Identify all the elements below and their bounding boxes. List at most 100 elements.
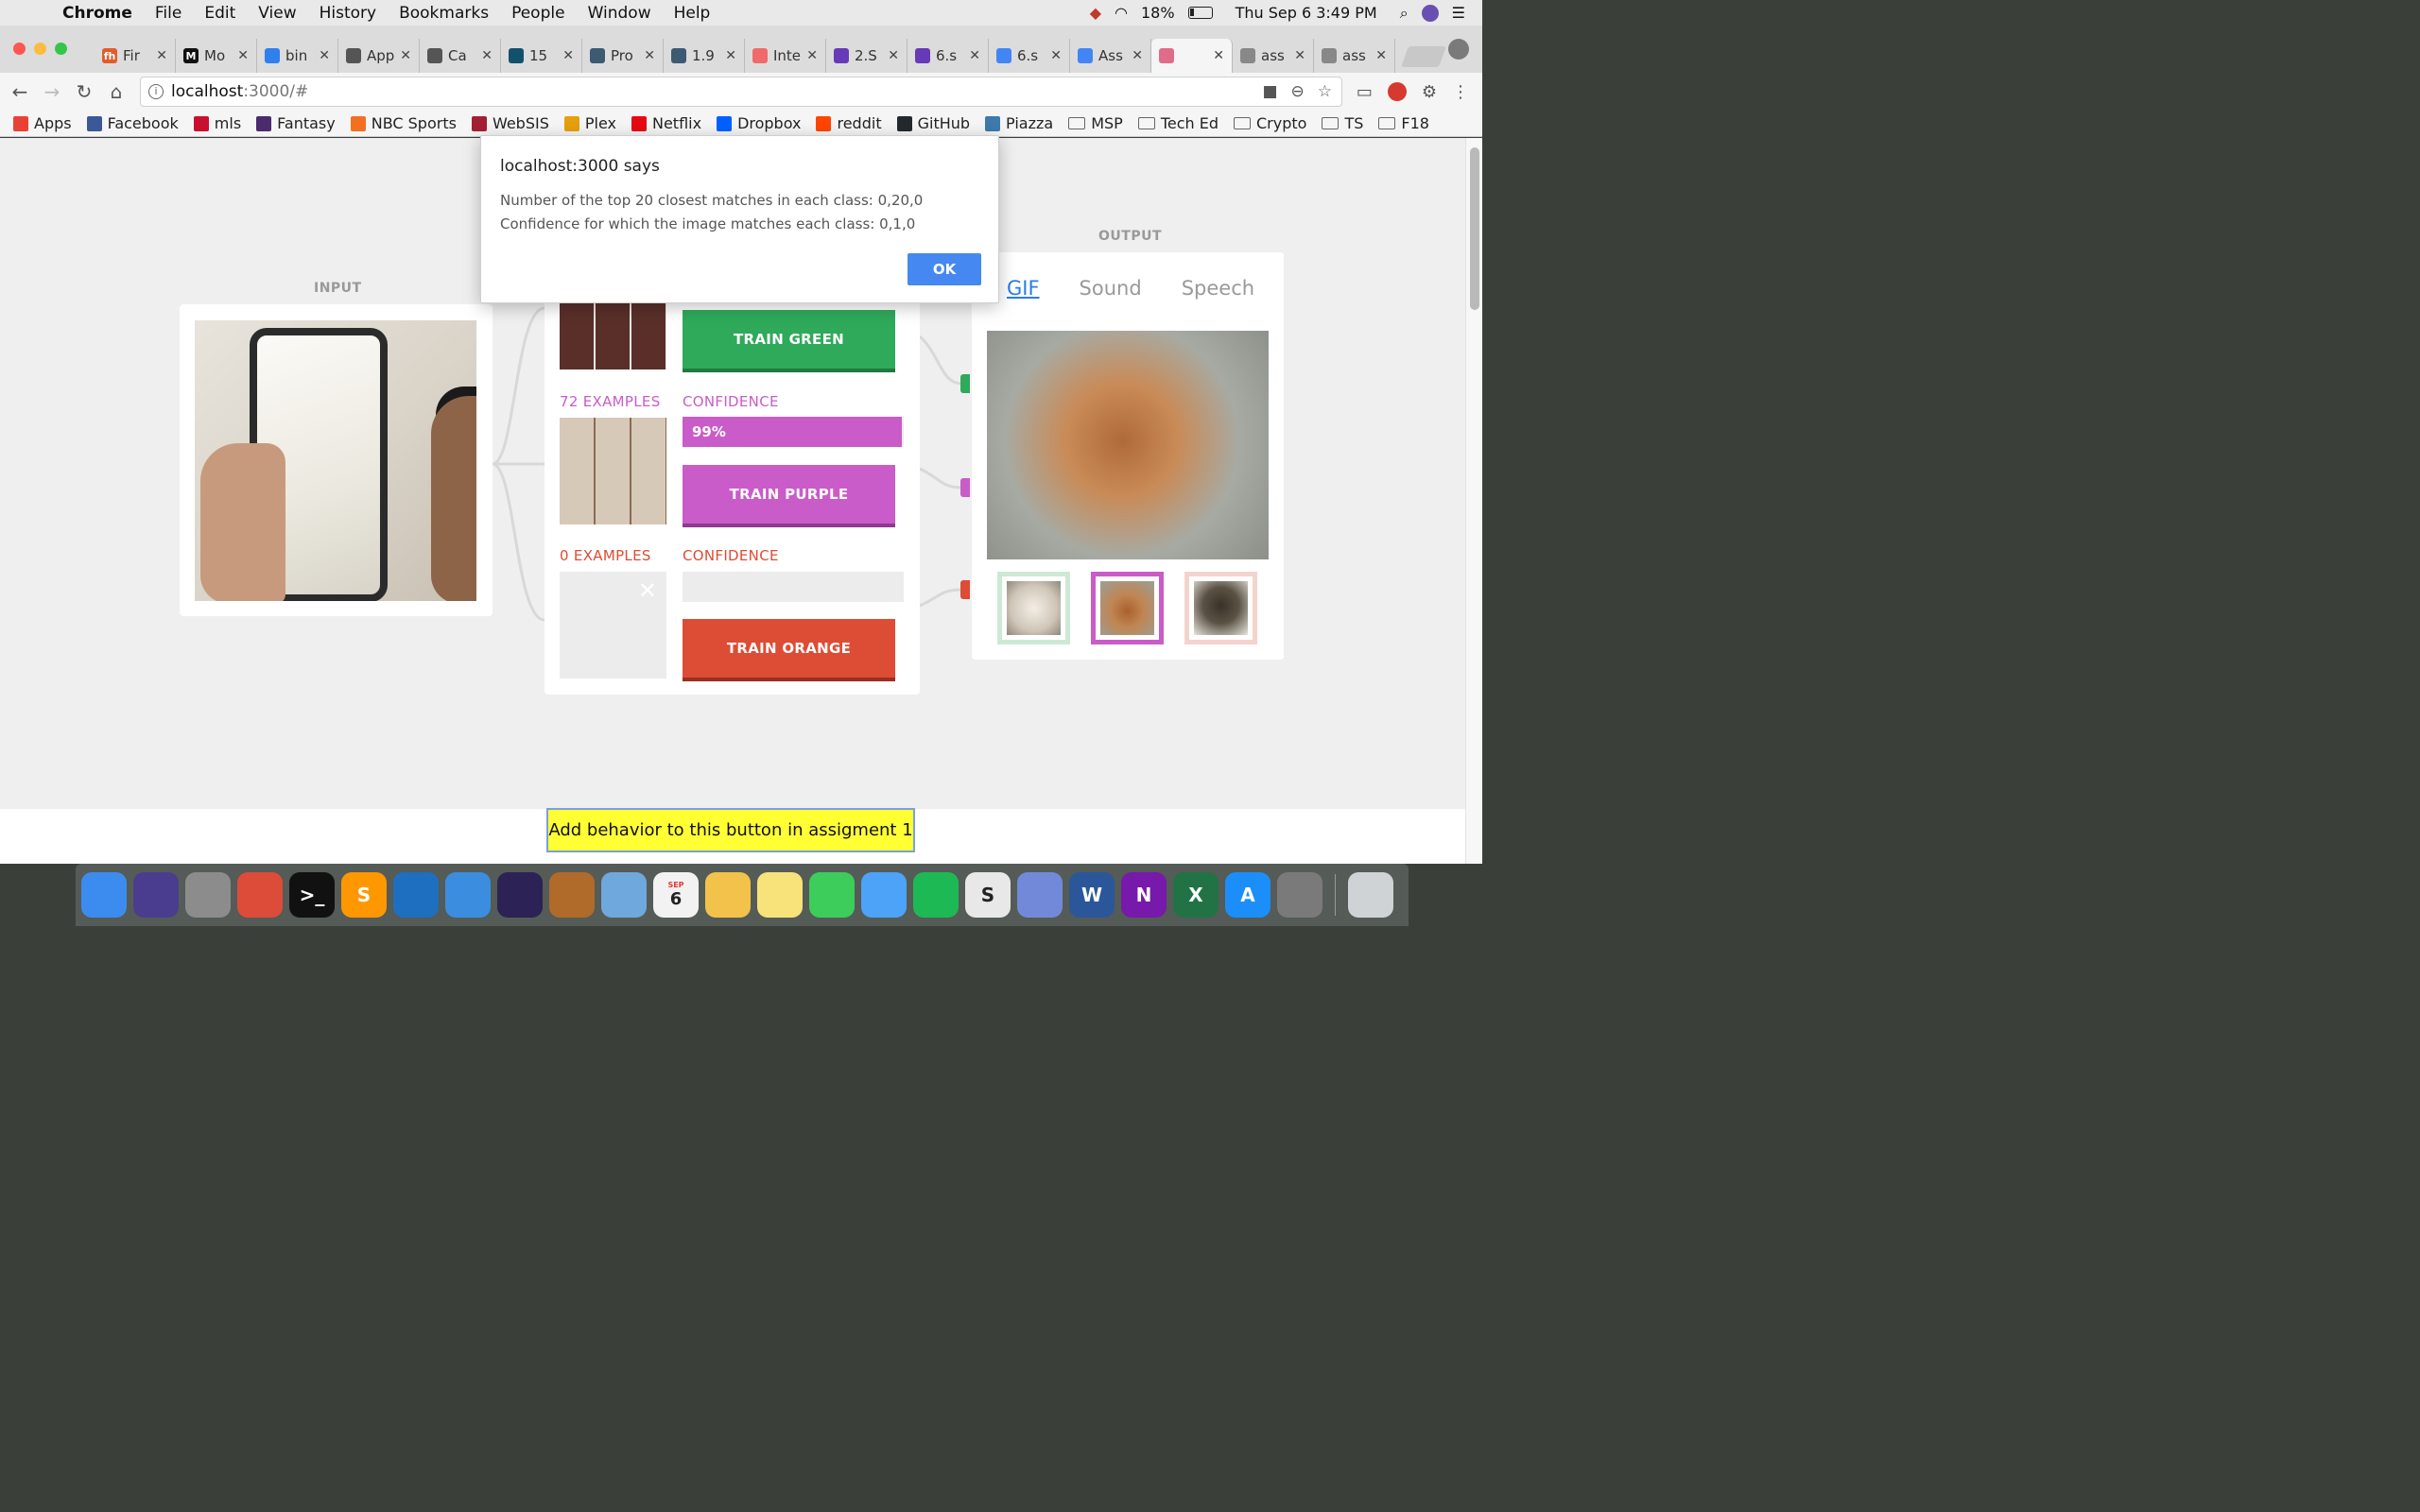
- notes-icon[interactable]: [757, 872, 803, 918]
- tab-gif[interactable]: GIF: [1007, 277, 1040, 300]
- tab-close-icon[interactable]: ✕: [1294, 48, 1305, 63]
- trash-icon[interactable]: [1348, 872, 1393, 918]
- close-window-button[interactable]: [13, 43, 26, 55]
- camera-icon[interactable]: ■: [1262, 82, 1277, 101]
- bookmark-item[interactable]: Facebook: [86, 114, 179, 132]
- siri-icon[interactable]: [133, 872, 179, 918]
- cast-icon[interactable]: ▭: [1357, 82, 1373, 102]
- mail-icon[interactable]: [601, 872, 647, 918]
- bookmark-item[interactable]: Apps: [13, 114, 72, 132]
- slack-icon[interactable]: S: [965, 872, 1011, 918]
- tab-close-icon[interactable]: ✕: [888, 48, 899, 63]
- menu-edit[interactable]: Edit: [204, 4, 235, 23]
- browser-tab[interactable]: bin ✕: [257, 39, 338, 73]
- browser-tab[interactable]: 15 ✕: [501, 39, 582, 73]
- onenote-icon[interactable]: N: [1121, 872, 1167, 918]
- page-scrollbar[interactable]: [1465, 138, 1482, 864]
- battery-icon[interactable]: [1187, 7, 1213, 19]
- appstore-icon[interactable]: A: [1225, 872, 1270, 918]
- menu-people[interactable]: People: [511, 4, 564, 23]
- facetime-icon[interactable]: [809, 872, 855, 918]
- xcode-icon[interactable]: [445, 872, 491, 918]
- minimize-window-button[interactable]: [34, 43, 46, 55]
- bookmark-item[interactable]: Dropbox: [717, 114, 801, 132]
- chrome-menu-icon[interactable]: ⋮: [1452, 82, 1469, 102]
- tab-close-icon[interactable]: ✕: [969, 48, 980, 63]
- browser-tab[interactable]: ✕: [1151, 39, 1233, 73]
- sublime-icon[interactable]: S: [341, 872, 387, 918]
- browser-tab[interactable]: fh Fir ✕: [95, 39, 176, 73]
- animal-app-icon[interactable]: [549, 872, 595, 918]
- bookmark-item[interactable]: Plex: [563, 114, 616, 132]
- wifi-icon[interactable]: ◠: [1115, 4, 1128, 22]
- tab-speech[interactable]: Speech: [1182, 277, 1254, 300]
- tab-close-icon[interactable]: ✕: [481, 48, 493, 63]
- extension-icon[interactable]: ⚙: [1422, 82, 1437, 102]
- bookmark-item[interactable]: mls: [193, 114, 241, 132]
- excel-icon[interactable]: X: [1173, 872, 1219, 918]
- reload-icon[interactable]: ↻: [68, 80, 100, 103]
- clock[interactable]: Thu Sep 6 3:49 PM: [1236, 4, 1377, 22]
- tab-close-icon[interactable]: ✕: [725, 48, 736, 63]
- messages-icon[interactable]: [861, 872, 907, 918]
- browser-tab[interactable]: Ca ✕: [420, 39, 501, 73]
- tab-close-icon[interactable]: ✕: [319, 48, 330, 63]
- bookmark-folder[interactable]: MSP: [1068, 114, 1123, 132]
- tab-close-icon[interactable]: ✕: [644, 48, 655, 63]
- browser-tab[interactable]: 6.s ✕: [908, 39, 989, 73]
- bookmark-folder[interactable]: F18: [1378, 114, 1429, 132]
- browser-tab[interactable]: Inte ✕: [745, 39, 826, 73]
- bookmark-item[interactable]: Fantasy: [256, 114, 336, 132]
- zoom-icon[interactable]: ⊖: [1291, 82, 1305, 101]
- bookmark-item[interactable]: Netflix: [631, 114, 701, 132]
- home-icon[interactable]: ⌂: [100, 80, 132, 103]
- tab-close-icon[interactable]: ✕: [156, 48, 167, 63]
- browser-tab[interactable]: 6.s ✕: [989, 39, 1070, 73]
- launchpad-icon[interactable]: [185, 872, 231, 918]
- dropbox-status-icon[interactable]: ◆: [1090, 4, 1101, 22]
- calendar-icon[interactable]: SEP 6: [653, 872, 699, 918]
- bookmark-folder[interactable]: Crypto: [1234, 114, 1306, 132]
- menu-app-name[interactable]: Chrome: [62, 4, 132, 23]
- tab-close-icon[interactable]: ✕: [806, 48, 818, 63]
- siri-menubar-icon[interactable]: [1421, 4, 1439, 22]
- chrome-icon[interactable]: [237, 872, 283, 918]
- spotlight-search-icon[interactable]: ⌕: [1400, 4, 1409, 23]
- gif-thumb-orange[interactable]: [1184, 572, 1257, 644]
- site-info-icon[interactable]: i: [148, 84, 164, 99]
- bookmark-folder[interactable]: Tech Ed: [1137, 114, 1219, 132]
- photos-icon[interactable]: [705, 872, 751, 918]
- menu-file[interactable]: File: [155, 4, 182, 23]
- gif-thumb-green[interactable]: [997, 572, 1070, 644]
- browser-tab[interactable]: 2.S ✕: [826, 39, 908, 73]
- menu-history[interactable]: History: [320, 4, 376, 23]
- back-arrow-icon[interactable]: ←: [4, 80, 36, 103]
- tab-close-icon[interactable]: ✕: [400, 48, 411, 63]
- bookmark-item[interactable]: NBC Sports: [350, 114, 457, 132]
- spotify-icon[interactable]: [913, 872, 959, 918]
- system-prefs-icon[interactable]: [1277, 872, 1322, 918]
- new-tab-button[interactable]: [1400, 46, 1447, 67]
- menu-window[interactable]: Window: [588, 4, 651, 23]
- gif-thumb-purple[interactable]: [1091, 572, 1164, 644]
- eclipse-icon[interactable]: [497, 872, 543, 918]
- word-icon[interactable]: W: [1069, 872, 1115, 918]
- browser-tab[interactable]: Ass ✕: [1070, 39, 1151, 73]
- train-purple-button[interactable]: TRAIN PURPLE: [683, 465, 895, 524]
- tab-close-icon[interactable]: ✕: [1050, 48, 1062, 63]
- tab-close-icon[interactable]: ✕: [237, 48, 249, 63]
- train-green-button[interactable]: TRAIN GREEN: [683, 310, 895, 369]
- assignment-button[interactable]: Add behavior to this button in assigment…: [546, 808, 915, 852]
- bookmark-folder[interactable]: TS: [1322, 114, 1363, 132]
- bookmark-item[interactable]: GitHub: [896, 114, 970, 132]
- tab-close-icon[interactable]: ✕: [1132, 48, 1143, 63]
- notification-center-icon[interactable]: ☰: [1452, 4, 1465, 22]
- adblock-icon[interactable]: [1387, 81, 1407, 101]
- bookmark-item[interactable]: WebSIS: [471, 114, 549, 132]
- zoom-window-button[interactable]: [55, 43, 67, 55]
- terminal-icon[interactable]: >_: [289, 872, 335, 918]
- browser-tab[interactable]: ass ✕: [1314, 39, 1395, 73]
- browser-tab[interactable]: Pro ✕: [582, 39, 664, 73]
- bookmark-item[interactable]: Piazza: [985, 114, 1053, 132]
- discord-icon[interactable]: [1017, 872, 1063, 918]
